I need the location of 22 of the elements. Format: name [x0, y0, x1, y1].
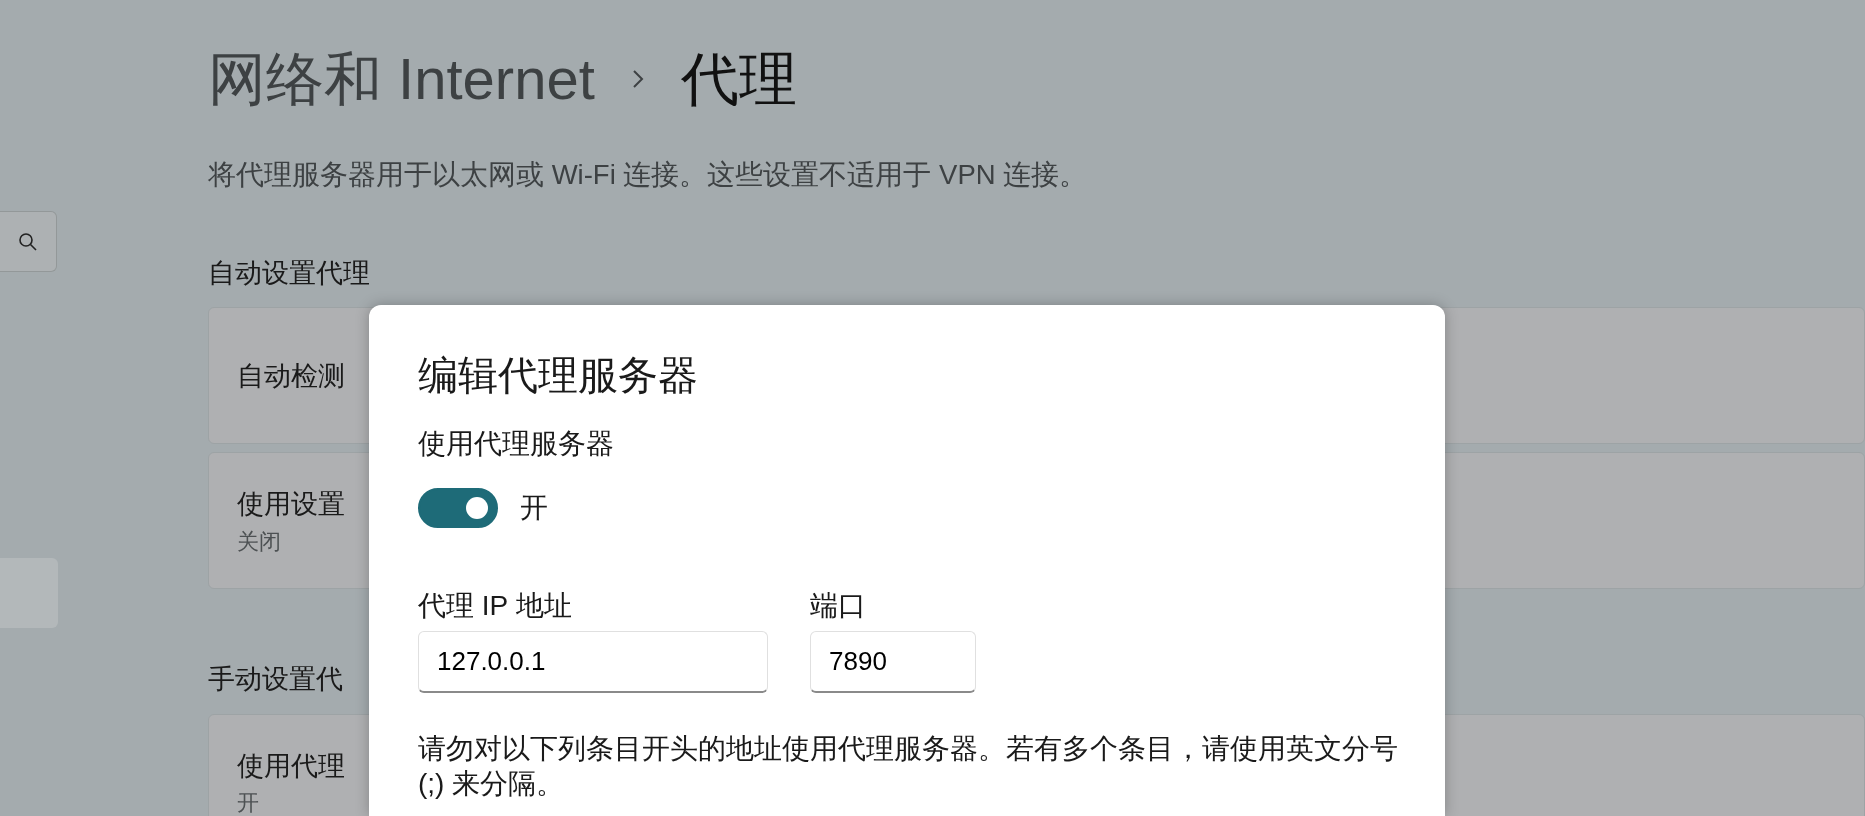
- section-heading: 自动设置代理: [208, 256, 370, 290]
- setting-status: 开: [237, 789, 259, 816]
- field-label: 端口: [810, 589, 867, 623]
- input-field[interactable]: 7890: [810, 631, 976, 693]
- toggle-switch[interactable]: [418, 488, 498, 528]
- setting-title: 使用设置: [237, 488, 345, 522]
- setting-status: 关闭: [237, 527, 281, 556]
- breadcrumb-link[interactable]: 网络和 Internet: [208, 44, 595, 114]
- section-heading: 手动设置代: [208, 663, 343, 697]
- dialog-title: 编辑代理服务器: [418, 352, 699, 399]
- setting-title: 自动检测: [237, 359, 345, 393]
- field-label: 代理 IP 地址: [418, 589, 573, 623]
- toggle-label: 使用代理服务器: [418, 427, 615, 461]
- input-field[interactable]: 127.0.0.1: [418, 631, 768, 693]
- chevron-icon: [630, 67, 645, 90]
- page-title: 代理: [680, 45, 797, 113]
- search-button[interactable]: [0, 211, 57, 272]
- toggle-state: 开: [520, 491, 548, 525]
- page-description: 将代理服务器用于以太网或 Wi-Fi 连接。这些设置不适用于 VPN 连接。: [208, 157, 1089, 192]
- dialog-note: 请勿对以下列条目开头的地址使用代理服务器。若有多个条目，请使用英文分号 (;) 来分隔。: [418, 732, 1399, 801]
- setting-title: 使用代理: [237, 749, 345, 783]
- search-icon: [18, 231, 38, 252]
